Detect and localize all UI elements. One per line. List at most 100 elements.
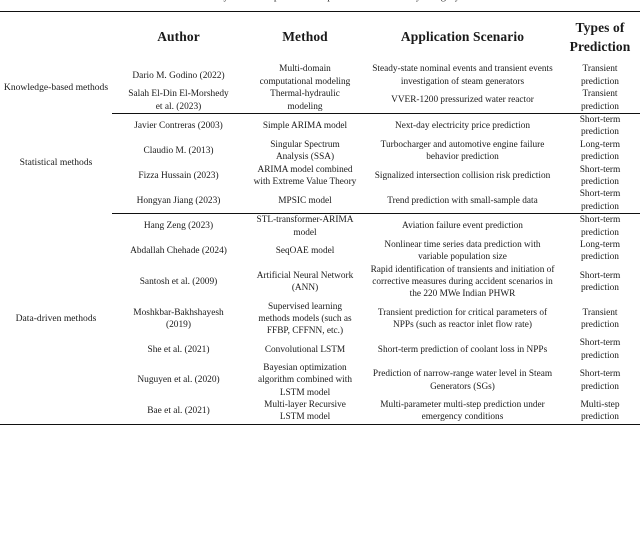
category-cell-statistical: Statistical methods: [19, 157, 93, 169]
author-cell: Salah El-Din El-Morshedy et al. (2023): [112, 88, 245, 113]
prediction-type-cell: Short-term prediction: [560, 188, 640, 213]
prediction-type-cell: Transient prediction: [560, 63, 640, 88]
table-body: Knowledge-based methods Dario M. Godino …: [0, 63, 640, 424]
method-cell: Bayesian optimization algorithm combined…: [245, 362, 365, 399]
method-cell: SeqOAE model: [275, 246, 335, 257]
scenario-line: Multi-parameter multi-step prediction un…: [380, 400, 545, 411]
author-line: et al. (2023): [155, 101, 202, 112]
author-cell: Moshkbar-Bakhshayesh (2019): [112, 301, 245, 338]
author-line: Salah El-Din El-Morshedy: [128, 89, 229, 100]
table-caption: A summary table of representative predic…: [0, 0, 640, 2]
method-cell: STL-transformer-ARIMA model: [245, 214, 365, 239]
prediction-type-cell: Short-term prediction: [560, 214, 640, 239]
category-cell-data-driven: Data-driven methods: [15, 312, 97, 324]
author-line: Moshkbar-Bakhshayesh: [133, 307, 224, 318]
method-line: STL-transformer-ARIMA: [256, 215, 354, 226]
author-cell: She et al. (2021): [147, 344, 210, 355]
scenario-cell: Multi-parameter multi-step prediction un…: [365, 399, 560, 424]
scenario-line: variable population size: [418, 252, 507, 263]
column-header-author: Author: [157, 29, 200, 45]
scenario-cell: Aviation failure event prediction: [402, 221, 523, 232]
prediction-type-cell: Transient prediction: [560, 301, 640, 338]
scenario-line: corrective measures during accident scen…: [372, 277, 553, 288]
scenario-line: behavior prediction: [426, 152, 499, 163]
scenario-cell: Rapid identification of transients and i…: [365, 264, 560, 301]
prediction-type-line: Long-term: [579, 139, 621, 150]
prediction-type-line: prediction: [580, 252, 619, 263]
scenario-cell: Transient prediction for critical parame…: [365, 301, 560, 338]
types-of-prediction-line-1: Types of: [575, 20, 625, 35]
prediction-type-line: prediction: [580, 101, 619, 112]
author-cell: Claudio M. (2013): [143, 145, 214, 156]
method-cell: Singular Spectrum Analysis (SSA): [245, 139, 365, 164]
method-line: Supervised learning: [267, 301, 343, 312]
prediction-type-cell: Short-term prediction: [560, 337, 640, 362]
scenario-line: VVER-1200 pressurized water reactor: [391, 95, 534, 106]
method-line: Multi-layer Recursive: [264, 400, 346, 411]
author-cell: Hang Zeng (2023): [143, 221, 214, 232]
method-line: modeling: [287, 101, 323, 112]
author-cell: Hongyan Jiang (2023): [136, 195, 221, 206]
method-line: Bayesian optimization: [263, 363, 347, 374]
method-line: Multi-domain: [279, 64, 331, 75]
scenario-line: Prediction of narrow-range water level i…: [372, 369, 553, 380]
prediction-type-cell: Short-term prediction: [560, 264, 640, 301]
prediction-methods-table: Author Method Application Scenario Types…: [0, 12, 640, 424]
method-cell: Supervised learning methods models (such…: [245, 301, 365, 338]
scenario-cell: VVER-1200 pressurized water reactor: [365, 88, 560, 113]
scenario-line: investigation of steam generators: [400, 76, 525, 87]
author-cell: Santosh et al. (2009): [139, 277, 218, 287]
scenario-line: emergency conditions: [421, 412, 504, 423]
scenario-cell: Signalized intersection collision risk p…: [374, 170, 551, 181]
method-line: Singular Spectrum: [270, 139, 340, 150]
method-line: Thermal-hydraulic: [270, 89, 340, 100]
column-header-application-scenario: Application Scenario: [400, 29, 525, 45]
method-line: LSTM model: [279, 412, 331, 423]
method-cell: Thermal-hydraulic modeling: [245, 88, 365, 113]
prediction-type-cell: Long-term prediction: [560, 239, 640, 264]
method-line: with Extreme Value Theory: [253, 176, 357, 187]
column-header-category: [0, 12, 112, 63]
method-line: ARIMA model combined: [257, 164, 353, 175]
scenario-line: Steady-state nominal events and transien…: [372, 64, 553, 75]
column-header-method: Method: [282, 29, 328, 45]
table-bottom-rule: [0, 423, 640, 425]
prediction-type-line: Short-term: [579, 114, 621, 125]
prediction-type-line: prediction: [580, 127, 619, 138]
scenario-line: Generators (SGs): [430, 381, 495, 392]
prediction-type-line: prediction: [580, 201, 619, 212]
author-cell: Nuguyen et al. (2020): [137, 375, 220, 386]
prediction-type-line: Multi-step: [580, 400, 620, 411]
prediction-type-line: prediction: [580, 76, 619, 87]
types-of-prediction-line-2: Prediction: [569, 39, 631, 55]
table-row: Statistical methods Javier Contreras (20…: [0, 114, 640, 169]
prediction-type-line: Short-term: [579, 369, 621, 380]
author-line: (2019): [166, 320, 191, 330]
prediction-type-line: Short-term: [579, 270, 621, 281]
scenario-cell: Short-term prediction of coolant loss in…: [377, 344, 548, 355]
method-cell: Multi-domain computational modeling: [245, 63, 365, 88]
method-line: methods models (such as: [258, 313, 352, 324]
prediction-type-line: Short-term: [579, 189, 621, 200]
scenario-line: Rapid identification of transients and i…: [370, 264, 555, 275]
author-cell: Dario M. Godino (2022): [132, 70, 225, 81]
method-line: LSTM model: [279, 387, 331, 398]
scenario-line: Transient prediction for critical parame…: [377, 307, 548, 318]
method-cell: MPSIC model: [278, 195, 332, 206]
author-cell: Javier Contreras (2003): [134, 121, 223, 132]
prediction-type-line: Short-term: [579, 338, 621, 349]
clipped-caption-strip: A summary table of representative predic…: [0, 0, 640, 11]
method-line: (ANN): [291, 283, 319, 294]
method-cell: Artificial Neural Network (ANN): [245, 264, 365, 301]
prediction-type-cell: Multi-step prediction: [560, 399, 640, 424]
method-line: algorithm combined with: [258, 375, 352, 386]
category-cell-knowledge-based: Knowledge-based methods: [3, 82, 109, 94]
scenario-line: Turbocharger and automotive engine failu…: [380, 139, 545, 150]
prediction-type-line: prediction: [580, 152, 619, 163]
author-cell: Bae et al. (2021): [147, 406, 210, 417]
prediction-type-cell: Transient prediction: [560, 88, 640, 113]
scenario-line: Nonlinear time series data prediction wi…: [384, 240, 541, 251]
prediction-type-line: prediction: [580, 412, 619, 423]
prediction-type-line: prediction: [580, 283, 619, 294]
method-line: FFBP, CFFNN, etc.): [266, 326, 344, 337]
